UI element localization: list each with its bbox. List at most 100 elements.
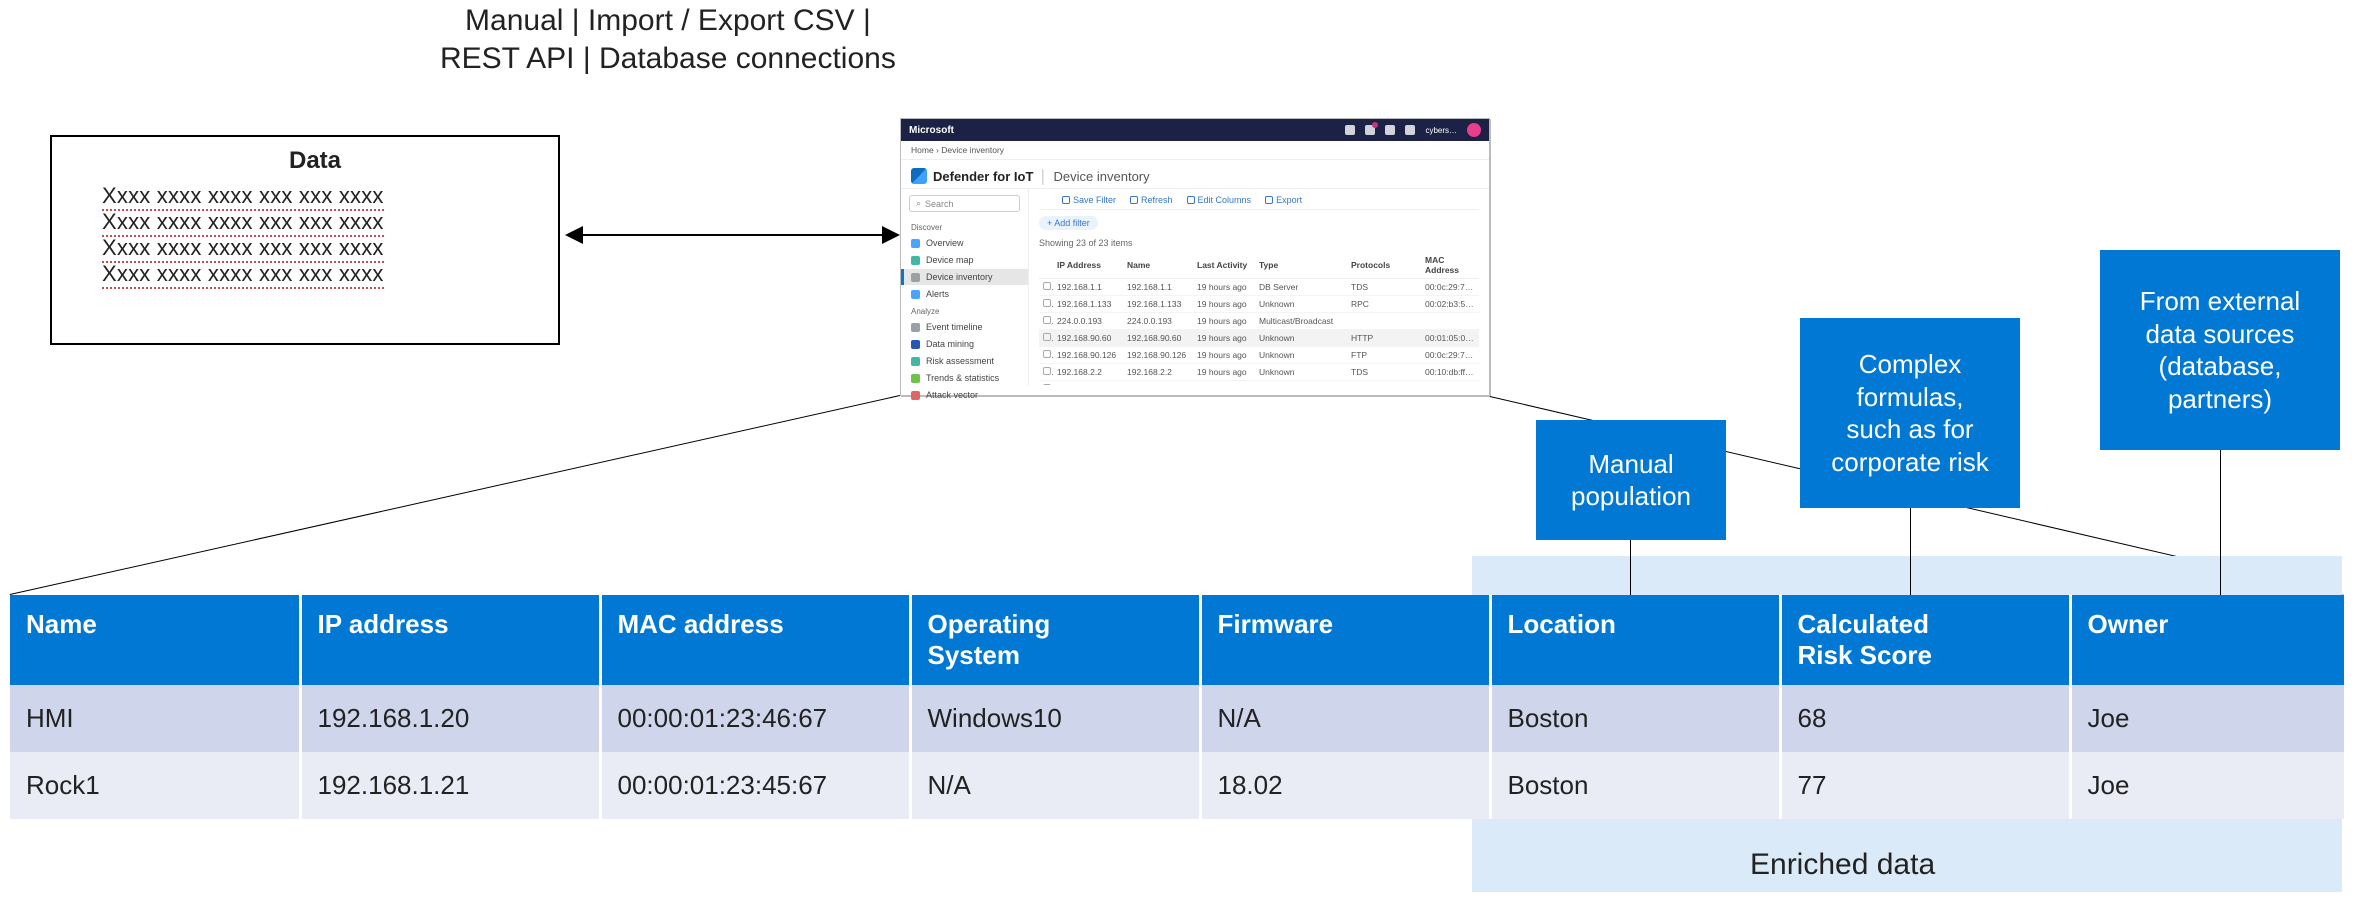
checkbox[interactable]: [1043, 316, 1051, 324]
table-row[interactable]: Rock1 192.168.1.21 00:00:01:23:45:67 N/A…: [10, 752, 2344, 819]
mini-cell-mac: 00:15:67:5d:be:…: [1421, 381, 1479, 386]
sidebar-item-overview[interactable]: Overview: [901, 235, 1028, 251]
sidebar-item-trends[interactable]: Trends & statistics: [901, 370, 1028, 386]
callout-manual-text: Manual population: [1571, 448, 1691, 513]
cell-mac: 00:00:01:23:46:67: [600, 685, 910, 752]
sidebar-item-attack-vector[interactable]: Attack vector: [901, 387, 1028, 403]
callout-external: From external data sources (database, pa…: [2100, 250, 2340, 450]
cell-os: Windows10: [910, 685, 1200, 752]
th-ip: IP address: [300, 595, 600, 685]
mini-th-mac[interactable]: MAC Address: [1421, 252, 1479, 279]
search-input[interactable]: ⌕ Search: [909, 195, 1020, 212]
gear-icon[interactable]: [1385, 125, 1395, 135]
mini-table-row[interactable]: 192.168.1.1192.168.1.119 hours agoDB Ser…: [1039, 279, 1479, 296]
save-icon: [1062, 196, 1070, 204]
mini-cell-act: 19 hours ago: [1193, 364, 1255, 381]
mini-th-type[interactable]: Type: [1255, 252, 1347, 279]
columns-icon: [1187, 196, 1195, 204]
mini-table-row[interactable]: 192.168.90.126192.168.90.12619 hours ago…: [1039, 347, 1479, 364]
th-owner: Owner: [2070, 595, 2344, 685]
cell-fw: N/A: [1200, 685, 1490, 752]
mini-toolbar: Save Filter Refresh Edit Columns Export: [1039, 195, 1479, 210]
mini-th-act[interactable]: Last Activity: [1193, 252, 1255, 279]
mini-cell-ip: 192.168.1.1: [1053, 279, 1123, 296]
mini-table-row[interactable]: 192.168.90.60192.168.90.6019 hours agoUn…: [1039, 330, 1479, 347]
mini-main: Save Filter Refresh Edit Columns Export …: [1029, 189, 1489, 385]
mini-table: IP Address Name Last Activity Type Proto…: [1039, 252, 1479, 385]
sidebar-item-alerts[interactable]: Alerts: [901, 286, 1028, 302]
mini-cell-proto: TDS: [1347, 364, 1421, 381]
promo-icon[interactable]: [1345, 125, 1355, 135]
callout-external-text: From external data sources (database, pa…: [2140, 285, 2300, 415]
table-row[interactable]: HMI 192.168.1.20 00:00:01:23:46:67 Windo…: [10, 685, 2344, 752]
mini-cell-type: Unknown: [1255, 296, 1347, 313]
cell-loc: Boston: [1490, 752, 1780, 819]
mini-cell-mac: 00:01:05:04:17:04…: [1421, 330, 1479, 347]
mini-product-name: Defender for IoT: [933, 169, 1033, 184]
mini-table-row[interactable]: 224.0.0.193224.0.0.19319 hours agoMultic…: [1039, 313, 1479, 330]
enriched-data-label: Enriched data: [1750, 848, 1935, 882]
zoom-line-left-icon: [10, 395, 900, 595]
callout-formulas: Complex formulas, such as for corporate …: [1800, 318, 2020, 508]
checkbox[interactable]: [1043, 350, 1051, 358]
mini-table-row[interactable]: 192.168.2.2192.168.2.219 hours agoUnknow…: [1039, 364, 1479, 381]
sep-icon: │: [1039, 169, 1047, 184]
risk-icon: [911, 357, 920, 366]
checkbox[interactable]: [1043, 333, 1051, 341]
cell-risk: 77: [1780, 752, 2070, 819]
export-button[interactable]: Export: [1265, 195, 1302, 205]
mini-cell-act: 19 hours ago: [1193, 313, 1255, 330]
bell-icon[interactable]: [1365, 125, 1375, 135]
mini-cell-proto: TDS: [1347, 279, 1421, 296]
sidebar-item-device-map[interactable]: Device map: [901, 252, 1028, 268]
mini-cell-proto: FTP: [1347, 347, 1421, 364]
checkbox[interactable]: [1043, 299, 1051, 307]
sidebar-item-data-mining[interactable]: Data mining: [901, 336, 1028, 352]
callout-manual: Manual population: [1536, 420, 1726, 540]
mini-navbar: Microsoft cybers…: [901, 119, 1489, 141]
mini-cell-act: 19 hours ago: [1193, 347, 1255, 364]
leader-manual-icon: [1630, 540, 1631, 595]
sidebar-item-risk-assessment[interactable]: Risk assessment: [901, 353, 1028, 369]
mini-cell-name: 192.168.1.133: [1123, 296, 1193, 313]
export-icon: [1265, 196, 1273, 204]
data-placeholder-4: Xxxx xxxx xxxx xxx xxx xxxx: [102, 261, 528, 287]
data-placeholder-2: Xxxx xxxx xxxx xxx xxx xxxx: [102, 209, 528, 235]
cell-owner: Joe: [2070, 685, 2344, 752]
cell-loc: Boston: [1490, 685, 1780, 752]
refresh-icon: [1130, 196, 1138, 204]
mini-cell-mac: 00:02:b3:53:16:…: [1421, 296, 1479, 313]
mini-th-proto[interactable]: Protocols: [1347, 252, 1421, 279]
checkbox[interactable]: [1043, 282, 1051, 290]
help-icon[interactable]: [1405, 125, 1415, 135]
showing-count: Showing 23 of 23 items: [1039, 238, 1479, 248]
leader-external-icon: [2220, 450, 2221, 595]
timeline-icon: [911, 323, 920, 332]
mini-cell-mac: 00:0c:29:74:68:…: [1421, 279, 1479, 296]
th-os: Operating System: [910, 595, 1200, 685]
trends-icon: [911, 374, 920, 383]
mini-cell-act: 19 hours ago: [1193, 296, 1255, 313]
mini-table-row[interactable]: 192.168.178.52192.168.178.5219 hours ago…: [1039, 381, 1479, 386]
avatar[interactable]: [1467, 123, 1481, 137]
search-placeholder: Search: [925, 199, 954, 209]
mini-cell-type: Multicast/Broadcast: [1255, 313, 1347, 330]
edit-columns-button[interactable]: Edit Columns: [1187, 195, 1252, 205]
breadcrumb[interactable]: Home › Device inventory: [901, 141, 1489, 160]
checkbox[interactable]: [1043, 384, 1051, 385]
mini-cell-proto: RPC: [1347, 296, 1421, 313]
refresh-button[interactable]: Refresh: [1130, 195, 1173, 205]
mini-cell-proto: Siemens S7: [1347, 381, 1421, 386]
cell-os: N/A: [910, 752, 1200, 819]
sidebar-item-event-timeline[interactable]: Event timeline: [901, 319, 1028, 335]
mini-th-name[interactable]: Name: [1123, 252, 1193, 279]
mini-table-row[interactable]: 192.168.1.133192.168.1.13319 hours agoUn…: [1039, 296, 1479, 313]
search-icon: ⌕: [916, 198, 921, 209]
save-filter-button[interactable]: Save Filter: [1062, 195, 1116, 205]
cell-mac: 00:00:01:23:45:67: [600, 752, 910, 819]
add-filter-chip[interactable]: + Add filter: [1039, 216, 1098, 230]
mini-th-ip[interactable]: IP Address: [1053, 252, 1123, 279]
side-section-discover: Discover: [901, 219, 1028, 234]
checkbox[interactable]: [1043, 367, 1051, 375]
sidebar-item-device-inventory[interactable]: Device inventory: [901, 269, 1028, 285]
